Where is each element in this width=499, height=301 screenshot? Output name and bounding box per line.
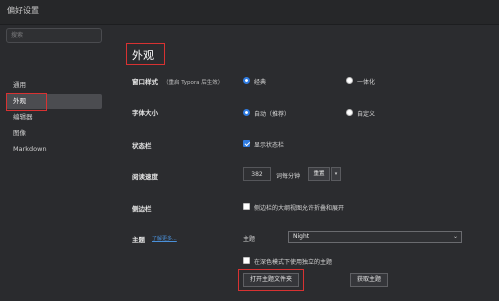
window-style-label: 窗口样式 （重启 Typora 后生效）	[132, 76, 223, 86]
theme-select[interactable]: Night ⌄	[288, 231, 462, 243]
sidebar-item-general[interactable]: 通用	[6, 78, 102, 93]
open-theme-folder-button[interactable]: 打开主题文件夹	[243, 273, 299, 287]
get-theme-button[interactable]: 获取主题	[350, 273, 388, 287]
outline-collapse-checkbox[interactable]	[243, 203, 250, 210]
theme-select-value: Night	[293, 233, 310, 240]
window-style-title: 窗口样式	[132, 78, 158, 86]
window-style-note: （重启 Typora 后生效）	[163, 80, 224, 86]
window-title: 偏好设置	[7, 6, 39, 15]
window-style-classic-label: 经典	[254, 79, 267, 86]
font-size-custom-radio[interactable]	[346, 109, 353, 116]
sidebar	[0, 25, 110, 301]
font-size-auto-label: 自动（推荐）	[254, 111, 291, 118]
window-style-classic-radio[interactable]	[243, 77, 250, 84]
sidebar-item-editor[interactable]: 编辑器	[6, 110, 102, 125]
font-size-auto-radio[interactable]	[243, 109, 250, 116]
chevron-down-icon: ⌄	[452, 233, 458, 240]
title-bar: 偏好设置	[0, 0, 499, 25]
sidebar-item-appearance[interactable]: 外观	[6, 94, 102, 109]
font-size-custom-label: 自定义	[357, 111, 376, 118]
window-style-unified-radio[interactable]	[346, 77, 353, 84]
status-bar-checkbox-label: 显示状态栏	[254, 142, 285, 149]
learn-more-link[interactable]: 了解更多...	[152, 235, 177, 242]
dark-mode-theme-checkbox-label: 在深色模式下使用独立的主题	[254, 259, 333, 266]
font-size-label: 字体大小	[132, 109, 158, 117]
theme-select-label: 主题	[243, 236, 256, 243]
outline-collapse-checkbox-label: 侧边栏的大纲视图允许折叠和展开	[254, 205, 345, 212]
reading-speed-input[interactable]	[243, 167, 271, 181]
search-input[interactable]	[6, 28, 102, 43]
sidebar-setting-label: 侧边栏	[132, 205, 152, 213]
sidebar-item-markdown[interactable]: Markdown	[6, 142, 102, 157]
status-bar-label: 状态栏	[132, 142, 152, 150]
status-bar-checkbox[interactable]	[243, 140, 250, 147]
window-style-unified-label: 一体化	[357, 79, 376, 86]
theme-section-label: 主题	[132, 236, 145, 244]
reset-dropdown-caret-icon[interactable]: ▾	[331, 167, 341, 181]
sidebar-item-image[interactable]: 图像	[6, 126, 102, 141]
page-title: 外观	[132, 49, 154, 62]
reset-button[interactable]: 重置	[308, 167, 330, 181]
reading-speed-label: 阅读速度	[132, 173, 158, 181]
dark-mode-theme-checkbox[interactable]	[243, 257, 250, 264]
reading-speed-unit: 词每分钟	[276, 173, 301, 180]
